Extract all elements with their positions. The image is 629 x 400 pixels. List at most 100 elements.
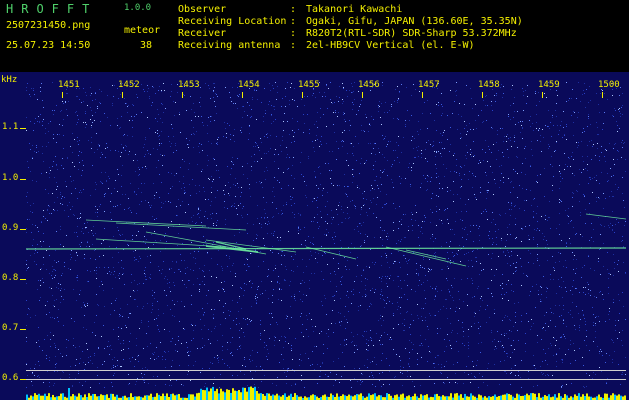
power-bar — [100, 394, 102, 400]
receiver-label: Receiver — [178, 28, 227, 39]
power-bar — [276, 393, 278, 400]
power-bar — [246, 391, 248, 400]
power-bar — [26, 394, 28, 400]
power-bar — [548, 394, 550, 400]
power-bar — [144, 395, 146, 400]
x-tick-label: 1452 — [118, 80, 140, 90]
x-tick-mark — [182, 92, 183, 98]
power-bar — [390, 395, 392, 400]
power-bar — [598, 394, 600, 400]
power-bar — [388, 393, 390, 400]
power-bar — [520, 396, 522, 400]
power-bar — [304, 396, 306, 400]
colon: : — [290, 16, 297, 27]
power-bar — [484, 396, 486, 400]
power-bar — [294, 393, 296, 400]
power-bar — [138, 396, 140, 400]
power-bar — [78, 393, 80, 400]
power-bar — [228, 389, 230, 400]
location-value: Ogaki, Gifu, JAPAN (136.60E, 35.35N) — [306, 16, 523, 27]
power-bar — [282, 395, 284, 400]
power-bar — [412, 396, 414, 400]
power-bar — [494, 394, 496, 400]
power-bar — [290, 393, 292, 400]
x-tick-mark — [362, 92, 363, 98]
spectrogram-canvas — [26, 82, 626, 400]
power-bar — [346, 396, 348, 400]
power-bar — [492, 396, 494, 400]
x-tick-mark — [242, 92, 243, 98]
power-bar — [188, 394, 190, 400]
power-bar — [358, 394, 360, 400]
power-bar — [438, 396, 440, 400]
power-bar — [212, 386, 214, 400]
power-bar — [422, 395, 424, 400]
power-bar — [560, 396, 562, 400]
power-bar — [406, 396, 408, 400]
power-bar — [278, 395, 280, 400]
power-bar — [194, 396, 196, 400]
power-bar — [386, 393, 388, 400]
power-bar — [222, 391, 224, 400]
power-bar — [332, 395, 334, 400]
power-bar — [234, 390, 236, 400]
power-bar — [74, 395, 76, 400]
power-bar — [224, 392, 226, 400]
power-bar — [210, 388, 212, 400]
power-bar — [150, 393, 152, 400]
power-bar — [176, 394, 178, 400]
power-bar — [72, 394, 74, 400]
power-bar — [116, 394, 118, 400]
power-bar — [354, 395, 356, 400]
power-bar — [424, 395, 426, 400]
power-bar — [534, 393, 536, 400]
power-bar — [460, 394, 462, 400]
power-bar — [506, 393, 508, 400]
power-bar — [330, 393, 332, 400]
power-bar — [130, 393, 132, 400]
power-bar — [442, 395, 444, 400]
power-bar — [504, 394, 506, 400]
y-tick-label: 0.7 — [2, 323, 19, 333]
power-bar — [488, 396, 490, 400]
power-bar — [532, 393, 534, 400]
power-bar — [240, 392, 242, 400]
power-bar — [620, 395, 622, 400]
meteor-echo-trace — [585, 213, 626, 220]
power-bar — [528, 395, 530, 400]
power-bar — [394, 395, 396, 400]
power-bar — [42, 395, 44, 400]
power-bar — [508, 393, 510, 400]
power-bar — [220, 388, 222, 400]
observer-label: Observer — [178, 4, 227, 15]
spectrogram: kHz 1451 1452 1453 1454 1455 1456 1457 1458 1459… — [0, 72, 629, 400]
power-bar — [214, 391, 216, 400]
power-bar — [360, 393, 362, 400]
power-bar — [322, 395, 324, 400]
power-bar — [76, 396, 78, 400]
power-bar — [158, 394, 160, 400]
power-bar — [244, 387, 246, 400]
power-bar — [344, 395, 346, 400]
x-tick-mark — [482, 92, 483, 98]
power-bar — [260, 393, 262, 400]
power-bar — [134, 396, 136, 400]
power-bar — [124, 395, 126, 400]
power-bar — [84, 394, 86, 400]
power-bar — [296, 395, 298, 400]
power-bar — [530, 393, 532, 400]
power-bar — [538, 393, 540, 400]
power-bar — [162, 393, 164, 400]
power-bar — [522, 395, 524, 400]
power-bar — [338, 396, 340, 400]
power-bar — [340, 395, 342, 400]
power-bar — [448, 396, 450, 400]
power-bar — [434, 394, 436, 400]
meteor-echo-trace — [405, 249, 447, 260]
power-bar — [570, 396, 572, 400]
x-tick-mark — [302, 92, 303, 98]
y-tick-mark — [20, 128, 26, 129]
power-bar — [146, 395, 148, 400]
power-bar — [614, 394, 616, 400]
power-bar — [450, 393, 452, 400]
